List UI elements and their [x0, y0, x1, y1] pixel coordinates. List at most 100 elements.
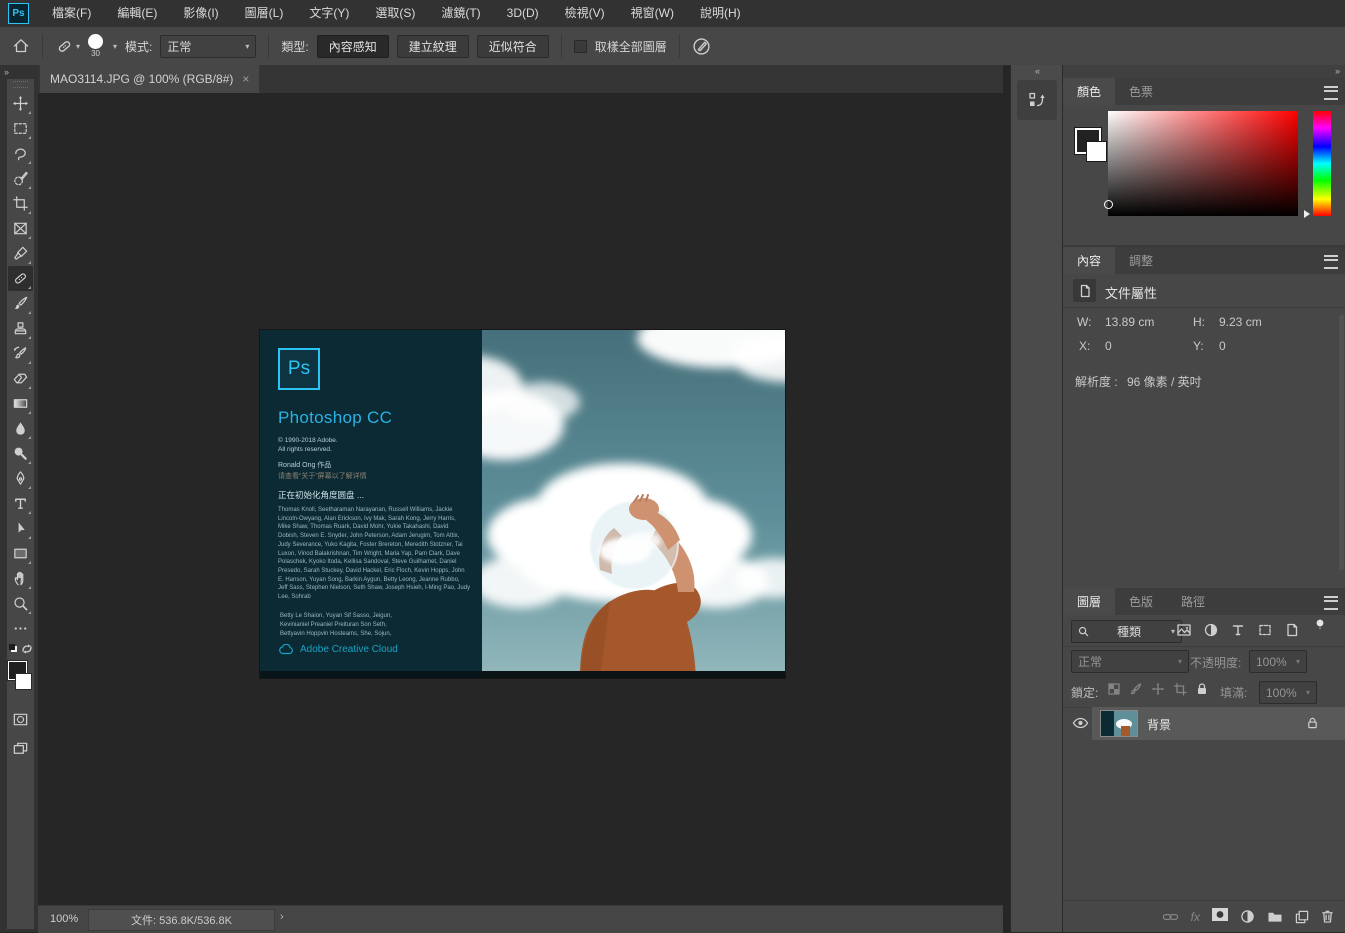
history-brush-tool[interactable] — [8, 341, 33, 366]
background-color-swatch[interactable] — [1087, 142, 1106, 161]
color-picker-ring[interactable] — [1104, 200, 1113, 209]
quick-selection-tool[interactable] — [8, 166, 33, 191]
zoom-tool[interactable] — [8, 591, 33, 616]
open-document-image[interactable]: Ps Photoshop CC © 1990-2018 Adobe. All r… — [260, 330, 785, 678]
menu-select[interactable]: 選取(S) — [362, 0, 428, 27]
menu-help[interactable]: 說明(H) — [687, 0, 754, 27]
menu-image[interactable]: 影像(I) — [170, 0, 231, 27]
delete-layer-button[interactable] — [1321, 909, 1334, 924]
filter-type-layers-button[interactable] — [1230, 622, 1246, 638]
history-panel-button[interactable] — [1017, 80, 1057, 120]
y-value[interactable]: 0 — [1219, 339, 1226, 353]
create-texture-button[interactable]: 建立紋理 — [397, 35, 469, 58]
brush-tool[interactable] — [8, 291, 33, 316]
menu-edit[interactable]: 編輯(E) — [104, 0, 170, 27]
brush-settings-picker[interactable]: 30 — [88, 34, 103, 58]
collapse-dock-icon[interactable]: » — [1335, 66, 1339, 76]
fill-field[interactable]: 100% ▾ — [1259, 681, 1317, 704]
default-colors-icon[interactable] — [9, 644, 15, 650]
tab-adjustments[interactable]: 調整 — [1115, 247, 1167, 274]
gradient-tool[interactable] — [8, 391, 33, 416]
eyedropper-tool[interactable] — [8, 241, 33, 266]
panel-menu-icon[interactable] — [1324, 86, 1338, 100]
document-tab[interactable]: MAO3114.JPG @ 100% (RGB/8#) × — [40, 65, 259, 93]
height-value[interactable]: 9.23 cm — [1219, 315, 1262, 329]
lock-transparency-button[interactable] — [1107, 682, 1121, 696]
frame-tool[interactable] — [8, 216, 33, 241]
lock-image-button[interactable] — [1129, 682, 1143, 696]
tab-swatches[interactable]: 色票 — [1115, 78, 1167, 105]
panel-menu-icon[interactable] — [1324, 255, 1338, 269]
status-options-chevron[interactable]: › — [280, 911, 284, 923]
layer-visibility-toggle[interactable] — [1072, 717, 1089, 729]
type-tool[interactable] — [8, 491, 33, 516]
lock-all-button[interactable] — [1195, 682, 1209, 696]
tab-paths[interactable]: 路徑 — [1167, 588, 1219, 615]
background-layer-row[interactable]: 背景 — [1063, 707, 1345, 740]
filter-pixel-layers-button[interactable] — [1176, 622, 1192, 638]
menu-view[interactable]: 檢視(V) — [552, 0, 618, 27]
hue-slider-pointer[interactable] — [1304, 210, 1310, 218]
zoom-level-field[interactable]: 100% — [50, 913, 78, 925]
lock-artboard-button[interactable] — [1173, 682, 1187, 696]
add-adjustment-layer-button[interactable] — [1240, 909, 1255, 924]
edit-toolbar-button[interactable] — [8, 616, 33, 641]
lasso-tool[interactable] — [8, 141, 33, 166]
sample-all-layers-checkbox[interactable] — [574, 40, 587, 53]
home-button[interactable] — [12, 37, 30, 55]
content-aware-button[interactable]: 內容感知 — [317, 35, 389, 58]
swap-colors-icon[interactable] — [21, 643, 33, 655]
dodge-tool[interactable] — [8, 441, 33, 466]
tool-preset-picker[interactable]: ▾ — [55, 37, 80, 56]
add-mask-button[interactable] — [1212, 908, 1228, 926]
menu-window[interactable]: 視窗(W) — [618, 0, 687, 27]
path-selection-tool[interactable] — [8, 516, 33, 541]
menu-file[interactable]: 檔案(F) — [39, 0, 104, 27]
menu-type[interactable]: 文字(Y) — [296, 0, 362, 27]
proximity-match-button[interactable]: 近似符合 — [477, 35, 549, 58]
x-value[interactable]: 0 — [1105, 339, 1112, 353]
new-group-button[interactable] — [1267, 910, 1283, 923]
filter-adjustment-layers-button[interactable] — [1203, 622, 1219, 638]
opacity-field[interactable]: 100% ▾ — [1249, 650, 1307, 673]
eraser-tool[interactable] — [8, 366, 33, 391]
saturation-brightness-field[interactable] — [1108, 111, 1298, 216]
pen-tool[interactable] — [8, 466, 33, 491]
hue-slider[interactable] — [1313, 111, 1331, 216]
panel-grip[interactable] — [13, 81, 28, 88]
move-tool[interactable] — [8, 91, 33, 116]
tab-color[interactable]: 顏色 — [1063, 78, 1115, 105]
link-layers-button[interactable] — [1162, 910, 1179, 924]
filter-smart-objects-button[interactable] — [1284, 622, 1300, 638]
filter-shape-layers-button[interactable] — [1257, 622, 1273, 638]
hand-tool[interactable] — [8, 566, 33, 591]
panel-menu-icon[interactable] — [1324, 596, 1338, 610]
scrollbar[interactable] — [1339, 315, 1344, 570]
layer-style-button[interactable]: fx — [1191, 910, 1200, 924]
rectangle-tool[interactable] — [8, 541, 33, 566]
mode-select[interactable]: 正常 ▾ — [160, 35, 256, 58]
blur-tool[interactable] — [8, 416, 33, 441]
new-layer-button[interactable] — [1295, 910, 1309, 924]
menu-layer[interactable]: 圖層(L) — [232, 0, 297, 27]
tab-layers[interactable]: 圖層 — [1063, 588, 1115, 615]
blend-mode-select[interactable]: 正常 ▾ — [1071, 650, 1189, 673]
layer-name[interactable]: 背景 — [1147, 716, 1171, 733]
tab-properties[interactable]: 內容 — [1063, 247, 1115, 274]
tab-channels[interactable]: 色版 — [1115, 588, 1167, 615]
expand-tools-icon[interactable]: » — [4, 67, 8, 77]
quick-mask-button[interactable] — [8, 707, 33, 732]
layer-thumbnail[interactable] — [1101, 711, 1137, 736]
spot-healing-brush-tool[interactable] — [8, 266, 33, 291]
resolution-value[interactable]: 96 像素 / 英吋 — [1127, 373, 1202, 390]
close-icon[interactable]: × — [242, 72, 249, 86]
crop-tool[interactable] — [8, 191, 33, 216]
clone-stamp-tool[interactable] — [8, 316, 33, 341]
lock-position-button[interactable] — [1151, 682, 1165, 696]
menu-filter[interactable]: 濾鏡(T) — [428, 0, 493, 27]
screen-mode-button[interactable] — [8, 736, 33, 761]
layer-lock-badge[interactable] — [1306, 716, 1319, 730]
background-color-swatch[interactable] — [16, 674, 31, 689]
menu-3d[interactable]: 3D(D) — [494, 0, 552, 27]
collapse-dock-icon[interactable]: « — [1011, 66, 1063, 76]
